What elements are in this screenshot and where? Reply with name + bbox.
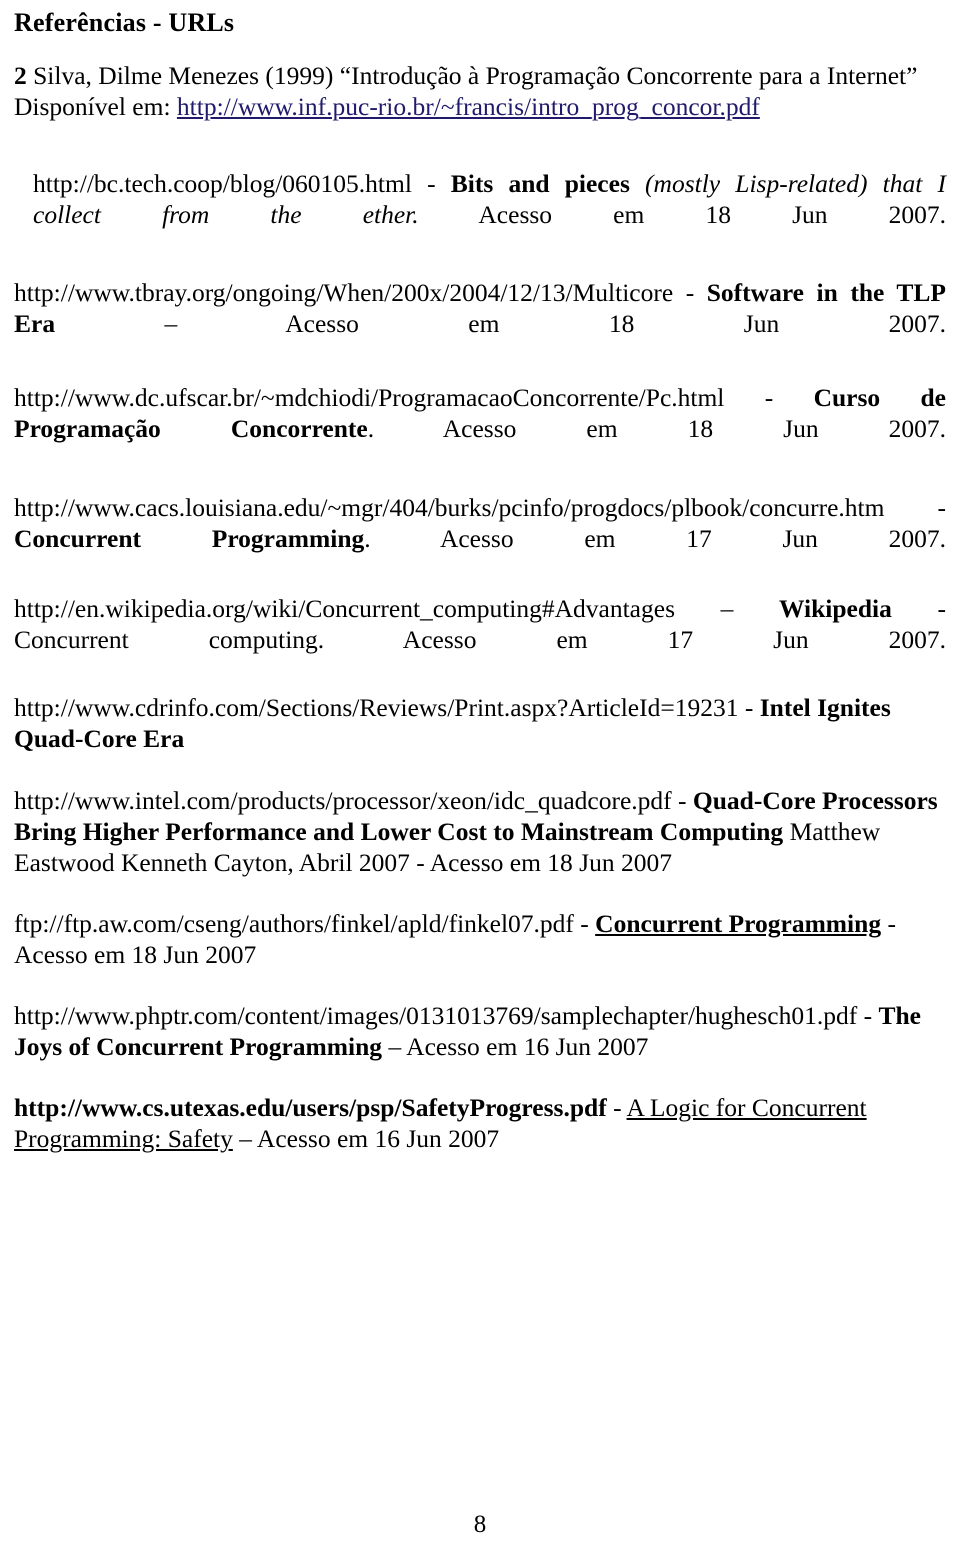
document-page: Referências - URLs 2 Silva, Dilme Meneze… xyxy=(0,0,960,1545)
reference-title-bold: Concurrent Programming xyxy=(14,524,365,554)
page-number: 8 xyxy=(473,1511,487,1538)
reference-url: http://www.intel.com/products/processor/… xyxy=(14,786,672,815)
reference-entry-phptr: http://www.phptr.com/content/images/0131… xyxy=(14,1000,946,1062)
reference-title-bold: Bits and pieces xyxy=(450,169,630,198)
reference-link-inf-puc-rio[interactable]: http://www.inf.puc-rio.br/~francis/intro… xyxy=(177,92,760,121)
reference-separator: - xyxy=(857,1001,879,1030)
reference-url: http://bc.tech.coop/blog/060105.html xyxy=(33,169,412,198)
reference-entry-finkel: ftp://ftp.aw.com/cseng/authors/finkel/ap… xyxy=(14,908,946,970)
reference-entry-silva: 2 Silva, Dilme Menezes (1999) “Introduçã… xyxy=(14,60,946,122)
reference-title-bold: Wikipedia xyxy=(778,594,892,623)
reference-separator: - xyxy=(671,786,693,815)
reference-separator: - xyxy=(724,383,814,412)
reference-entry-bctech: http://bc.tech.coop/blog/060105.html - B… xyxy=(33,168,946,261)
reference-entry-louisiana: http://www.cacs.louisiana.edu/~mgr/404/b… xyxy=(14,492,946,585)
reference-entry-ufscar: http://www.dc.ufscar.br/~mdchiodi/Progra… xyxy=(14,382,946,475)
reference-access-date: - Acesso em 18 Jun 2007 xyxy=(416,848,672,878)
reference-entry-tbray: http://www.tbray.org/ongoing/When/200x/2… xyxy=(14,277,946,370)
reference-url: http://www.cdrinfo.com/Sections/Reviews/… xyxy=(14,693,739,722)
reference-entry-cdrinfo: http://www.cdrinfo.com/Sections/Reviews/… xyxy=(14,692,946,754)
reference-separator: - xyxy=(673,278,707,307)
reference-title-bold-underline: Concurrent Programming xyxy=(595,909,882,938)
page-title: Referências - URLs xyxy=(14,8,235,37)
reference-url: http://www.tbray.org/ongoing/When/200x/2… xyxy=(14,278,674,307)
reference-access-date: Acesso em 17 Jun 2007. xyxy=(324,625,946,655)
reference-entry-intel: http://www.intel.com/products/processor/… xyxy=(14,785,946,878)
reference-separator: – xyxy=(675,594,779,623)
reference-url: http://www.dc.ufscar.br/~mdchiodi/Progra… xyxy=(14,383,725,412)
reference-access-date: . Acesso em 18 Jun 2007. xyxy=(367,414,946,444)
reference-access-date: . Acesso em 17 Jun 2007. xyxy=(364,524,946,554)
reference-url: http://www.cacs.louisiana.edu/~mgr/404/b… xyxy=(14,493,885,522)
reference-access-date: – Acesso em 16 Jun 2007 xyxy=(382,1032,649,1062)
reference-separator: - xyxy=(884,493,947,522)
reference-marker: 2 xyxy=(14,61,27,90)
reference-separator: - xyxy=(606,1093,627,1122)
reference-entry-wikipedia: http://en.wikipedia.org/wiki/Concurrent_… xyxy=(14,593,946,686)
reference-separator: - xyxy=(411,169,451,198)
reference-separator: - xyxy=(738,693,760,722)
reference-access-date: – Acesso em 18 Jun 2007. xyxy=(55,309,946,339)
reference-access-date: Acesso em 18 Jun 2007. xyxy=(418,200,946,230)
reference-url: ftp://ftp.aw.com/cseng/authors/finkel/ap… xyxy=(14,909,574,938)
reference-url-bold: http://www.cs.utexas.edu/users/psp/Safet… xyxy=(14,1093,607,1122)
reference-url: http://www.phptr.com/content/images/0131… xyxy=(14,1001,858,1030)
reference-entry-utexas: http://www.cs.utexas.edu/users/psp/Safet… xyxy=(14,1092,946,1154)
reference-url: http://en.wikipedia.org/wiki/Concurrent_… xyxy=(14,594,675,623)
reference-access-date: – Acesso em 16 Jun 2007 xyxy=(232,1124,500,1154)
reference-separator: - xyxy=(573,909,596,938)
